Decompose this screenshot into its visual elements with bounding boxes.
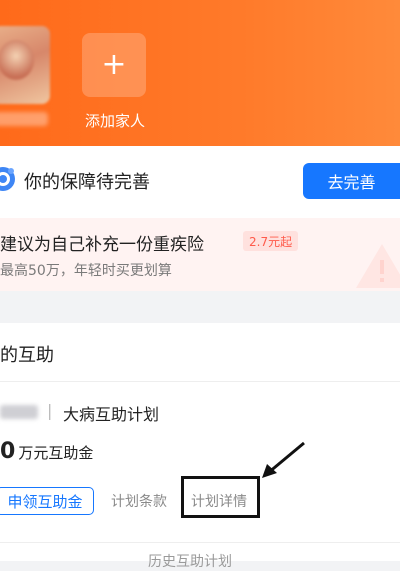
complete-protection-button[interactable]: 去完善 (303, 163, 400, 199)
header-banner: + 添加家人 (0, 0, 400, 146)
family-member-name-masked (0, 112, 48, 126)
price-badge: 2.7元起 (243, 231, 299, 251)
suggestion-subtitle: 最高50万，年轻时买更划算 (0, 263, 172, 279)
warning-triangle-icon (356, 244, 400, 288)
plan-name: 大病互助计划 (63, 405, 160, 424)
plan-terms-link[interactable]: 计划条款 (111, 491, 167, 511)
member-name-masked (0, 405, 38, 419)
annotation-highlight-box (181, 476, 260, 518)
claim-aid-button[interactable]: 申领互助金 (0, 487, 94, 515)
mutual-aid-card: 的互助 | 大病互助计划 0 万元互助金 申领互助金 计划条款 计划详情 历史互… (0, 323, 400, 570)
protection-card: 你的保障待完善 去完善 建议为自己补充一份重疾险 2.7元起 最高50万，年轻时… (0, 146, 400, 291)
shield-icon (0, 167, 15, 191)
aid-amount-value: 0 (0, 439, 16, 464)
aid-amount-unit: 万元互助金 (18, 444, 94, 462)
avatar-photo (0, 40, 34, 80)
plus-icon: + (101, 47, 127, 82)
section-title: 的互助 (0, 345, 54, 366)
history-plans-link[interactable]: 历史互助计划 (148, 551, 232, 571)
protection-status-title: 你的保障待完善 (24, 172, 150, 193)
annotation-arrow-icon (262, 441, 305, 478)
aid-amount: 0 万元互助金 (0, 439, 93, 464)
family-member-avatar[interactable] (0, 26, 50, 104)
divider (0, 381, 400, 382)
add-family-label: 添加家人 (84, 112, 145, 130)
suggestion-title: 建议为自己补充一份重疾险 (0, 235, 204, 255)
divider (0, 542, 400, 543)
add-family-button[interactable]: + (82, 33, 146, 97)
insurance-suggestion[interactable]: 建议为自己补充一份重疾险 2.7元起 最高50万，年轻时买更划算 (0, 218, 400, 291)
separator: | (47, 401, 53, 420)
